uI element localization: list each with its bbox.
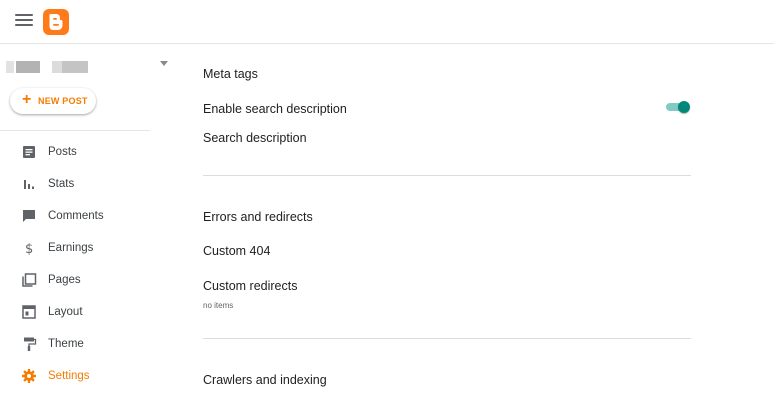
hamburger-menu-icon[interactable] bbox=[15, 14, 33, 28]
new-post-button[interactable]: + NEW POST bbox=[10, 88, 96, 114]
sidebar-item-settings[interactable]: Settings bbox=[0, 363, 150, 389]
enable-search-description-toggle[interactable] bbox=[666, 101, 690, 113]
sidebar-item-stats[interactable]: Stats bbox=[0, 171, 150, 197]
top-app-bar bbox=[0, 0, 774, 44]
gear-icon bbox=[22, 369, 36, 383]
sidebar-item-earnings[interactable]: $ Earnings bbox=[0, 235, 150, 261]
sidebar-item-comments[interactable]: Comments bbox=[0, 203, 150, 229]
section-divider bbox=[203, 338, 691, 339]
sidebar-item-label: Posts bbox=[48, 146, 77, 158]
sidebar-divider bbox=[0, 130, 150, 131]
sidebar-item-label: Theme bbox=[48, 338, 84, 350]
svg-text:$: $ bbox=[25, 242, 33, 256]
sidebar-item-label: Layout bbox=[48, 306, 83, 318]
sidebar-item-layout[interactable]: Layout bbox=[0, 299, 150, 325]
blog-name-redacted bbox=[6, 61, 14, 73]
sidebar-item-posts[interactable]: Posts bbox=[0, 139, 150, 165]
sidebar-item-label: Comments bbox=[48, 210, 104, 222]
sidebar-item-pages[interactable]: Pages bbox=[0, 267, 150, 293]
blog-name-redacted-part bbox=[16, 61, 40, 73]
search-description-setting[interactable]: Search description bbox=[203, 131, 307, 145]
meta-tags-heading: Meta tags bbox=[203, 67, 258, 81]
sidebar-item-label: Settings bbox=[48, 370, 90, 382]
enable-search-description-label: Enable search description bbox=[203, 102, 347, 116]
new-post-label: NEW POST bbox=[38, 96, 88, 106]
blogger-logo-icon[interactable] bbox=[43, 9, 69, 35]
crawlers-indexing-heading: Crawlers and indexing bbox=[203, 373, 327, 387]
comments-icon bbox=[23, 210, 35, 222]
pages-icon bbox=[22, 273, 37, 287]
toggle-thumb bbox=[678, 101, 690, 113]
section-divider bbox=[203, 175, 691, 176]
blog-name-redacted-part bbox=[52, 61, 88, 73]
custom-404-setting[interactable]: Custom 404 bbox=[203, 244, 270, 258]
paint-roller-icon bbox=[24, 337, 37, 351]
chevron-down-icon bbox=[160, 61, 168, 66]
custom-redirects-setting[interactable]: Custom redirects bbox=[203, 279, 297, 293]
blog-selector-dropdown[interactable] bbox=[4, 59, 174, 77]
stats-icon bbox=[24, 180, 34, 189]
sidebar-item-theme[interactable]: Theme bbox=[0, 331, 150, 357]
sidebar-item-label: Pages bbox=[48, 274, 81, 286]
plus-icon: + bbox=[22, 91, 32, 108]
errors-redirects-heading: Errors and redirects bbox=[203, 210, 313, 224]
sidebar-item-label: Earnings bbox=[48, 242, 94, 254]
dollar-icon: $ bbox=[25, 242, 33, 256]
layout-icon bbox=[22, 305, 36, 319]
sidebar-item-label: Stats bbox=[48, 178, 75, 190]
custom-redirects-count: no items bbox=[203, 301, 234, 310]
posts-icon bbox=[23, 146, 35, 158]
